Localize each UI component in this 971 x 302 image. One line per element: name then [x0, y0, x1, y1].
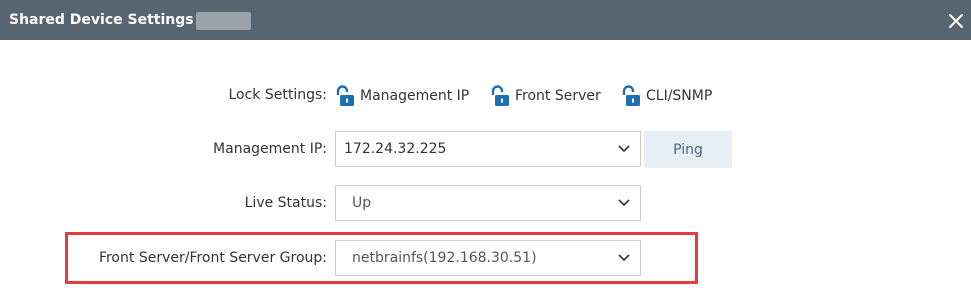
redacted-device-name — [196, 12, 251, 30]
lock-settings-label: Lock Settings: — [228, 87, 327, 103]
close-icon[interactable] — [945, 10, 967, 32]
lock-item-label: CLI/SNMP — [646, 88, 713, 104]
chevron-down-icon — [618, 254, 630, 262]
lock-front-server[interactable]: Front Server — [489, 84, 601, 108]
live-status-label: Live Status: — [244, 195, 327, 211]
unlock-icon — [491, 85, 509, 106]
chevron-down-icon — [618, 145, 630, 153]
unlock-icon — [336, 85, 354, 106]
front-server-label: Front Server/Front Server Group: — [98, 250, 327, 266]
lock-item-label: Front Server — [515, 88, 601, 104]
dialog-title: Shared Device Settings of — [9, 12, 215, 28]
dialog-titlebar: Shared Device Settings of — [0, 0, 971, 40]
ping-button[interactable]: Ping — [644, 131, 732, 168]
unlock-icon — [622, 85, 640, 106]
live-status-select[interactable]: Up — [335, 185, 641, 221]
management-ip-select[interactable]: 172.24.32.225 — [335, 131, 641, 167]
front-server-value: netbrainfs(192.168.30.51) — [352, 250, 537, 266]
management-ip-label: Management IP: — [213, 141, 327, 157]
front-server-select[interactable]: netbrainfs(192.168.30.51) — [335, 240, 641, 276]
live-status-value: Up — [352, 195, 372, 211]
lock-management-ip[interactable]: Management IP — [334, 84, 469, 108]
lock-item-label: Management IP — [360, 88, 470, 104]
chevron-down-icon — [618, 199, 630, 207]
management-ip-value: 172.24.32.225 — [344, 141, 447, 157]
lock-cli-snmp[interactable]: CLI/SNMP — [620, 84, 712, 108]
